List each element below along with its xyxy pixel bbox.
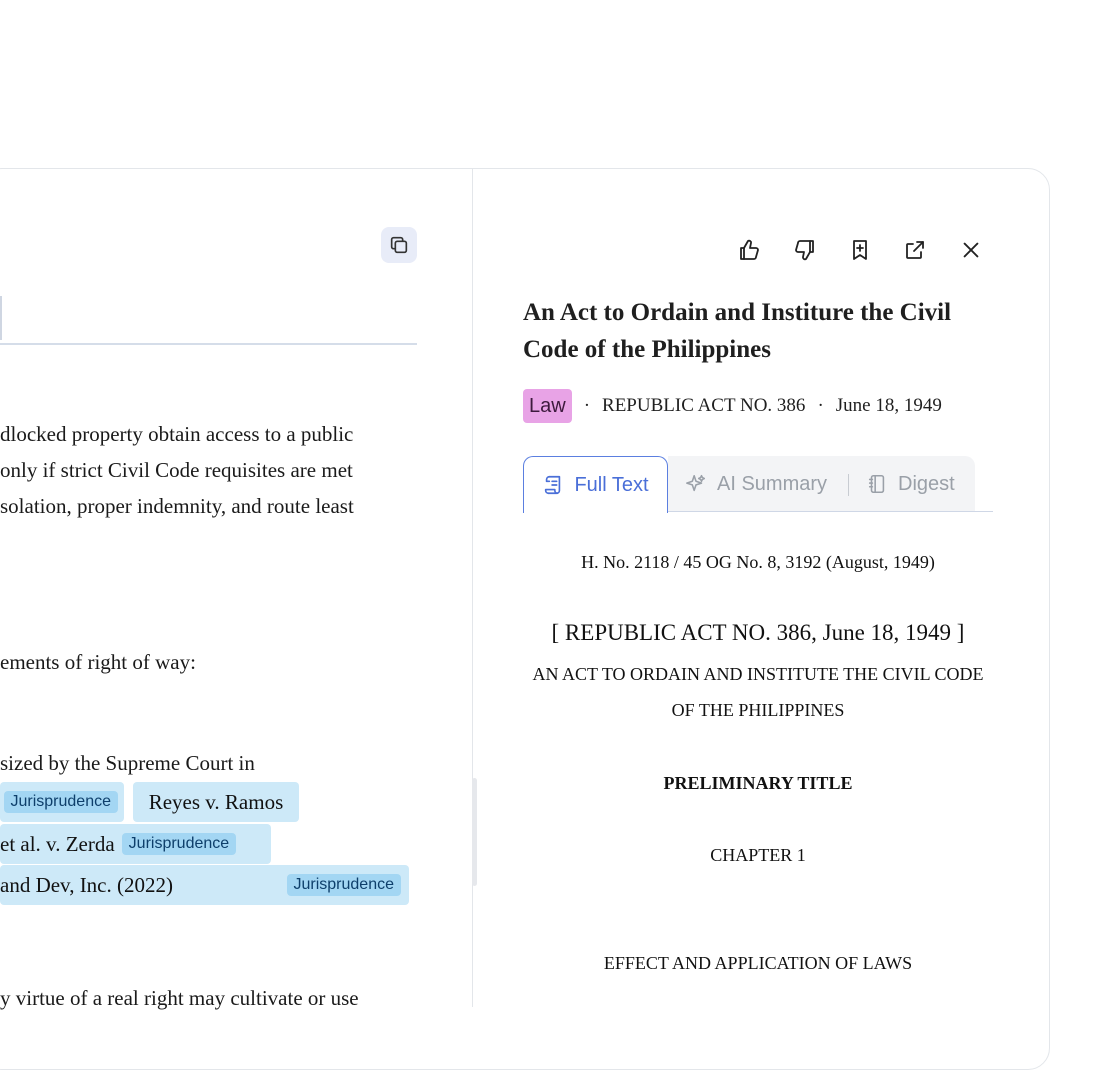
- scroll-icon: [545, 475, 561, 495]
- sparkle-icon: [686, 474, 706, 492]
- close-button[interactable]: [955, 234, 987, 266]
- law-badge: Law: [523, 389, 572, 423]
- bookmark-add-icon: [853, 240, 867, 260]
- tab-full-text[interactable]: Full Text: [523, 456, 668, 513]
- tab-ai-summary[interactable]: AI Summary: [685, 456, 827, 512]
- jurisprudence-tag: Jurisprudence: [3, 791, 118, 813]
- paragraph-line: solation, proper indemnity, and route le…: [0, 494, 354, 518]
- tab-label: AI Summary: [717, 472, 828, 495]
- preliminary-title: PRELIMINARY TITLE: [663, 773, 853, 793]
- citation-chip[interactable]: Jurisprudence: [0, 782, 124, 822]
- thumbs-down-icon: [795, 240, 814, 261]
- citation-text: Reyes v. Ramos: [148, 789, 284, 814]
- input-edge: [0, 296, 2, 340]
- document-reference: H. No. 2118 / 45 OG No. 8, 3192 (August,…: [581, 552, 935, 572]
- copy-button[interactable]: [381, 227, 417, 263]
- document-subheading: AN ACT TO ORDAIN AND INSTITUTE THE CIVIL…: [532, 664, 984, 720]
- close-icon: [963, 242, 979, 258]
- citation-chip[interactable]: Reyes v. Ramos: [133, 782, 299, 822]
- bookmark-button[interactable]: [844, 234, 876, 266]
- notebook-icon: [868, 474, 885, 494]
- document-title: An Act to Ordain and Institure the Civil…: [523, 299, 952, 363]
- section-heading: EFFECT AND APPLICATION OF LAWS: [603, 953, 913, 973]
- thumbs-down-button[interactable]: [789, 234, 821, 266]
- citation-chip[interactable]: and Dev, Inc. (2022) Jurisprudence: [0, 865, 409, 905]
- paragraph-line: only if strict Civil Code requisites are…: [0, 458, 353, 482]
- jurisprudence-tag: Jurisprudence: [286, 874, 401, 896]
- document-tabs: Full Text AI Summary Digest: [523, 456, 993, 513]
- act-number: REPUBLIC ACT NO. 386: [602, 395, 806, 416]
- paragraph-line: dlocked property obtain access to a publ…: [0, 422, 354, 446]
- document-heading: [ REPUBLIC ACT NO. 386, June 18, 1949 ]: [551, 620, 965, 645]
- meta-separator: ·: [817, 395, 824, 416]
- thumbs-up-button[interactable]: [733, 234, 765, 266]
- external-link-icon: [906, 241, 924, 259]
- copy-icon: [390, 236, 408, 254]
- meta-separator: ·: [583, 395, 591, 416]
- citation-text: et al. v. Zerda: [0, 831, 115, 856]
- resize-handle[interactable]: [472, 778, 477, 886]
- open-external-button[interactable]: [899, 234, 931, 266]
- tab-label: Digest: [898, 472, 955, 495]
- requirements-heading: ements of right of way:: [0, 650, 196, 674]
- jurisprudence-tag: Jurisprudence: [121, 833, 237, 855]
- document-meta: Law · REPUBLIC ACT NO. 386 · June 18, 19…: [523, 389, 942, 423]
- tab-separator: [848, 474, 849, 496]
- tab-label: Full Text: [574, 473, 649, 496]
- tab-digest[interactable]: Digest: [866, 456, 955, 512]
- thumbs-up-icon: [740, 239, 759, 260]
- citation-text: and Dev, Inc. (2022): [0, 872, 173, 897]
- input-underline[interactable]: [0, 343, 417, 345]
- paragraph-line: y virtue of a real right may cultivate o…: [0, 986, 359, 1010]
- document-date: June 18, 1949: [835, 395, 942, 416]
- citation-chip[interactable]: et al. v. Zerda Jurisprudence: [0, 824, 271, 864]
- answer-paragraph: dlocked property obtain access to a publ…: [0, 416, 354, 524]
- emphasis-line: sized by the Supreme Court in: [0, 751, 255, 775]
- chapter-heading: CHAPTER 1: [710, 845, 806, 865]
